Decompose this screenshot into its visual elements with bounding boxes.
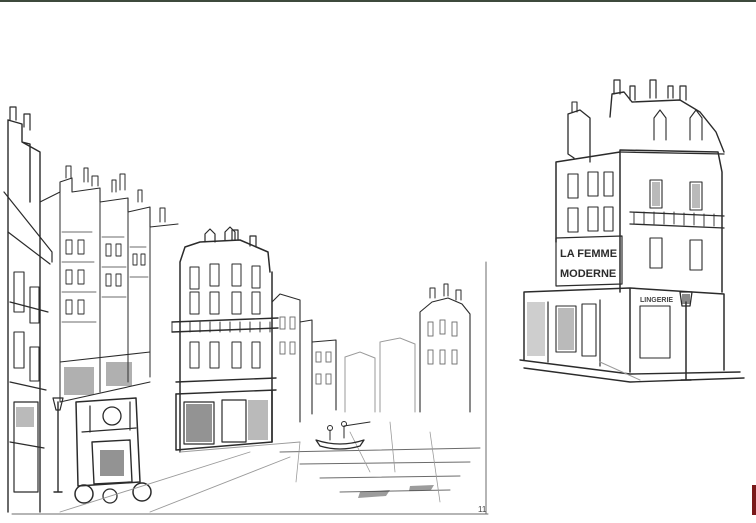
shop-lettering: LINGERIE bbox=[640, 297, 673, 304]
shop-building-sketch: LA FEMME MODERNE LINGERIE bbox=[519, 79, 745, 383]
right-row-buildings bbox=[271, 283, 471, 423]
water-quay bbox=[279, 421, 481, 503]
sketch-sheet: 11 LA FEMME MODERNE LINGERIE bbox=[0, 2, 756, 523]
corner-building bbox=[171, 226, 279, 453]
left-row-buildings bbox=[39, 165, 179, 403]
sign-line-2: MODERNE bbox=[560, 268, 616, 280]
street-lamp bbox=[52, 397, 64, 493]
street-scene-sketch: 11 bbox=[3, 106, 489, 515]
edge-mark bbox=[752, 485, 756, 515]
left-building bbox=[3, 106, 53, 513]
sketch-canvas: 11 LA FEMME MODERNE LINGERIE bbox=[3, 79, 745, 515]
la-femme-moderne-sign: LA FEMME MODERNE bbox=[555, 235, 623, 287]
shop-lamp-post bbox=[679, 291, 693, 381]
sign-line-1: LA FEMME bbox=[560, 248, 617, 260]
corner-number: 11 bbox=[478, 505, 487, 514]
